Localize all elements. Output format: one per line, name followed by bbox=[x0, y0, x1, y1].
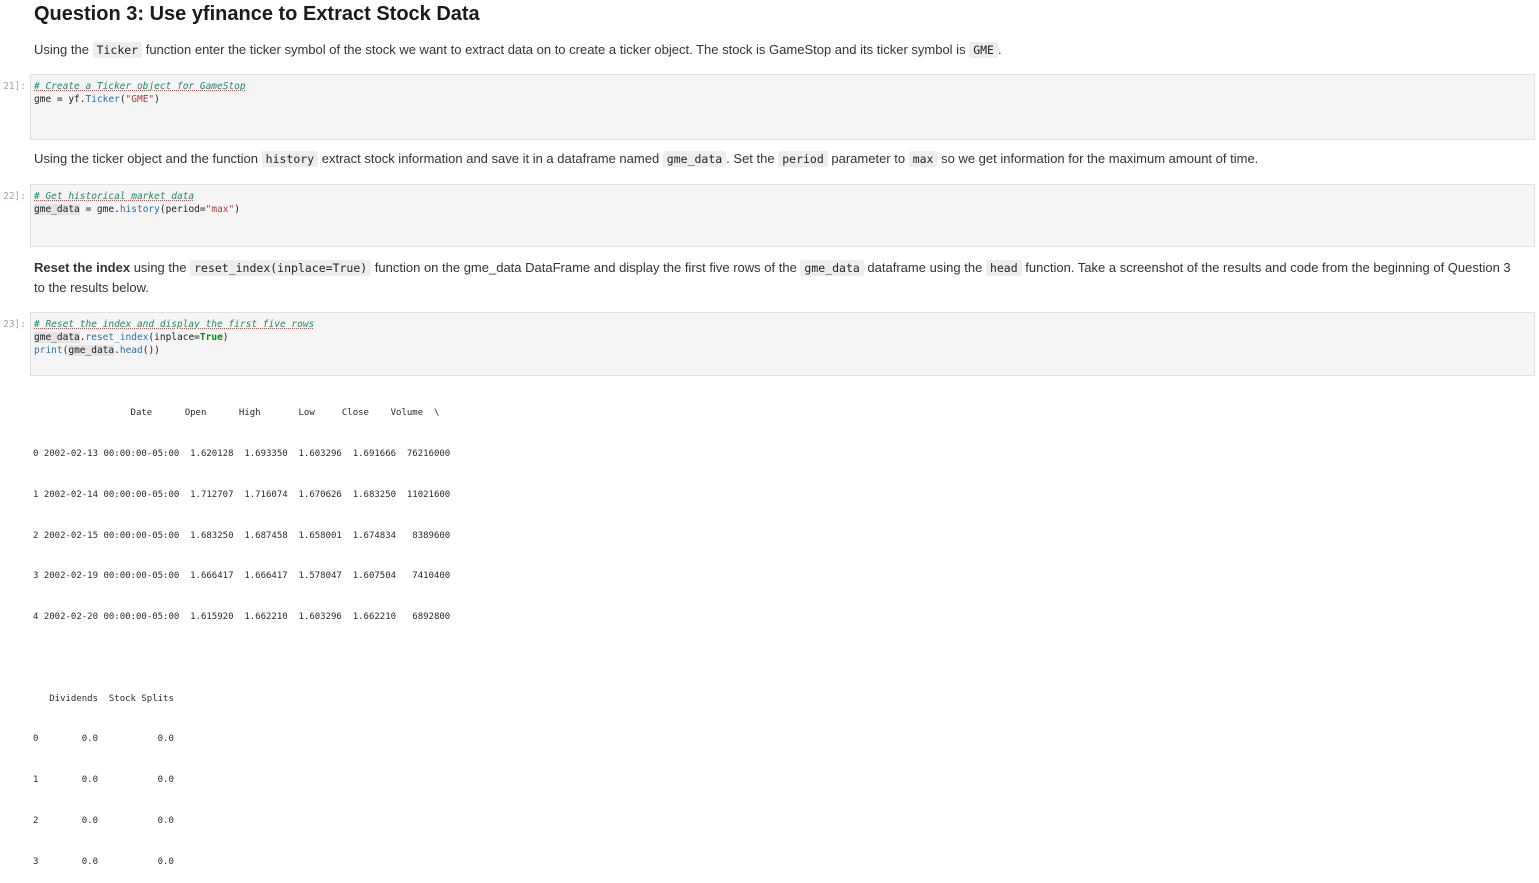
text: function enter the ticker symbol of the … bbox=[142, 42, 970, 57]
code-function: print bbox=[34, 345, 63, 356]
code: ()) bbox=[142, 345, 160, 356]
code-function: history bbox=[119, 204, 160, 215]
bold-text: Reset the index bbox=[34, 260, 131, 275]
inline-code-head: head bbox=[985, 260, 1022, 276]
inline-code-reset-index: reset_index(inplace=True) bbox=[190, 260, 372, 276]
text: extract stock information and save it in… bbox=[318, 151, 663, 166]
reset-index-instructions: Reset the index using the reset_index(in… bbox=[34, 258, 1524, 298]
output-row: 4 2002-02-20 00:00:00-05:00 1.615920 1.6… bbox=[33, 612, 451, 623]
code-line: print(gme_data.head()) bbox=[34, 344, 1534, 357]
text: . bbox=[997, 42, 1002, 57]
cell-prompt-23: 23]: bbox=[3, 319, 26, 330]
code-comment: # Create a Ticker object for GameStop bbox=[34, 81, 246, 92]
code-function: Ticker bbox=[85, 94, 120, 105]
code-line: gme_data.reset_index(inplace=True) bbox=[34, 331, 1534, 344]
text: using the bbox=[130, 260, 191, 275]
text: Using the ticker object and the function bbox=[34, 151, 262, 166]
inline-code-max: max bbox=[908, 151, 938, 167]
code: ) bbox=[154, 94, 160, 105]
text: function on the gme_data DataFrame and d… bbox=[371, 260, 801, 275]
code-variable: gme_data bbox=[68, 345, 115, 356]
output-header: Dividends Stock Splits bbox=[33, 693, 174, 704]
code-string: "GME" bbox=[125, 94, 155, 105]
code: (period= bbox=[159, 204, 206, 215]
inline-code-gme-data: gme_data bbox=[662, 151, 727, 167]
code-editor[interactable]: # Get historical market data gme_data = g… bbox=[31, 185, 1534, 216]
code-comment: # Reset the index and display the first … bbox=[34, 319, 315, 330]
text: parameter to bbox=[827, 151, 909, 166]
code-cell-22[interactable]: # Get historical market data gme_data = g… bbox=[30, 184, 1535, 247]
output-row: 3 0.0 0.0 bbox=[33, 856, 174, 867]
code-cell-21[interactable]: # Create a Ticker object for GameStop gme… bbox=[30, 74, 1535, 140]
output-row: 1 2002-02-14 00:00:00-05:00 1.712707 1.7… bbox=[33, 489, 451, 500]
output-header: Date Open High Low Close Volume \ bbox=[33, 408, 440, 419]
code-line: # Get historical market data bbox=[34, 190, 1534, 203]
code-line: # Reset the index and display the first … bbox=[34, 318, 1534, 331]
output-row: 2 2002-02-15 00:00:00-05:00 1.683250 1.6… bbox=[33, 530, 451, 541]
inline-code-gme: GME bbox=[969, 42, 998, 58]
code-editor[interactable]: # Create a Ticker object for GameStop gme… bbox=[31, 75, 1534, 106]
text: Using the bbox=[34, 42, 93, 57]
output-row: 0 2002-02-13 00:00:00-05:00 1.620128 1.6… bbox=[33, 448, 451, 459]
output-row: 2 0.0 0.0 bbox=[33, 816, 174, 826]
code-keyword: True bbox=[199, 332, 223, 343]
code-function: reset_index bbox=[85, 332, 149, 343]
cell-prompt-22: 22]: bbox=[3, 191, 26, 202]
code-cell-23[interactable]: # Reset the index and display the first … bbox=[30, 312, 1535, 376]
code: (inplace= bbox=[148, 332, 200, 343]
code-line: # Create a Ticker object for GameStop bbox=[34, 80, 1534, 93]
code-function: head bbox=[119, 345, 143, 356]
output-row: 1 0.0 0.0 bbox=[33, 775, 174, 786]
history-instructions: Using the ticker object and the function… bbox=[34, 150, 1258, 168]
text: dataframe using the bbox=[863, 260, 986, 275]
code-variable: gme_data bbox=[34, 204, 80, 215]
inline-code-gme-data: gme_data bbox=[800, 260, 864, 276]
cell-output: Date Open High Low Close Volume \ 0 2002… bbox=[33, 380, 450, 883]
code-string: "max" bbox=[205, 204, 235, 215]
text: so we get information for the maximum am… bbox=[937, 151, 1259, 166]
ticker-instructions: Using the Ticker function enter the tick… bbox=[34, 41, 1002, 59]
output-row: 3 2002-02-19 00:00:00-05:00 1.666417 1.6… bbox=[33, 571, 451, 582]
code-line: gme_data = gme.history(period="max") bbox=[34, 203, 1534, 216]
code-variable: gme_data bbox=[34, 332, 80, 343]
code: ) bbox=[222, 332, 229, 343]
text: . Set the bbox=[726, 151, 779, 166]
inline-code-ticker: Ticker bbox=[92, 42, 143, 58]
code-comment: # Get historical market data bbox=[34, 191, 195, 202]
inline-code-period: period bbox=[778, 151, 828, 167]
code: ) bbox=[234, 204, 240, 215]
cell-prompt-21: 21]: bbox=[3, 81, 26, 92]
code: gme = yf. bbox=[34, 94, 86, 105]
code-editor[interactable]: # Reset the index and display the first … bbox=[31, 313, 1534, 357]
inline-code-history: history bbox=[261, 151, 319, 167]
code-line: gme = yf.Ticker("GME") bbox=[34, 93, 1534, 106]
code: = gme. bbox=[79, 204, 120, 215]
output-row: 0 0.0 0.0 bbox=[33, 734, 174, 745]
output-spacer bbox=[33, 652, 450, 666]
question-3-heading: Question 3: Use yfinance to Extract Stoc… bbox=[34, 3, 480, 25]
